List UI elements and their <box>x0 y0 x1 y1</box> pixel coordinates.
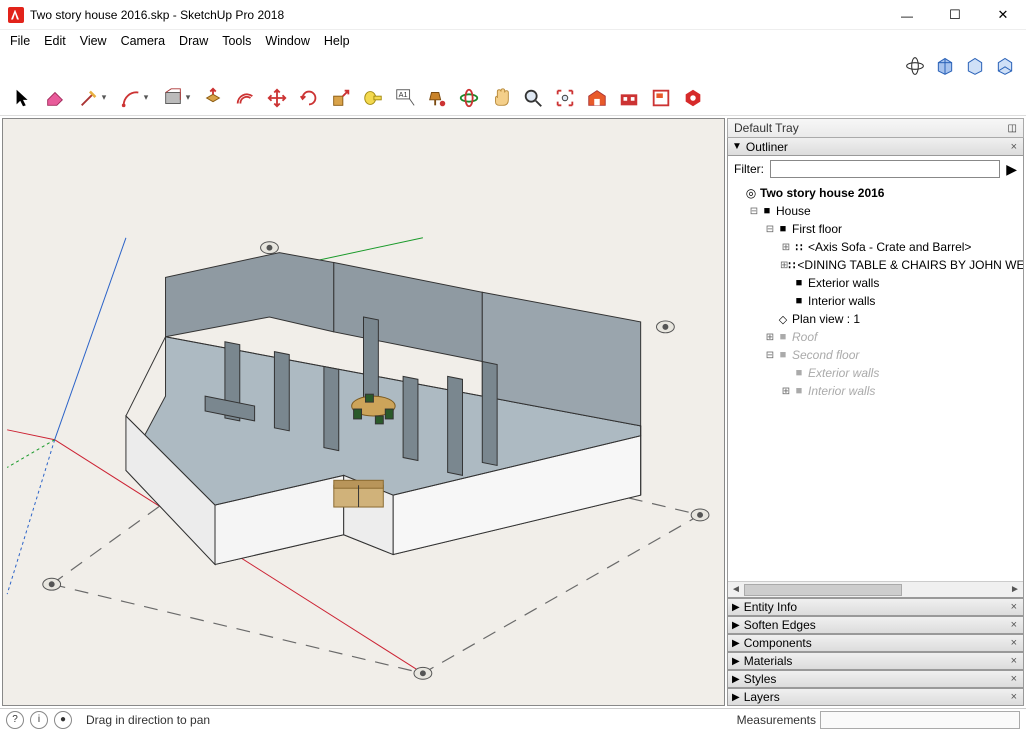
front-view-icon[interactable] <box>934 55 956 77</box>
tree-first-floor[interactable]: ⊟First floor <box>732 220 1023 238</box>
view-toolbar <box>0 52 1026 80</box>
sketchup-app-icon <box>8 7 24 23</box>
filter-row: Filter: ▶ <box>728 156 1023 182</box>
filter-go-icon[interactable]: ▶ <box>1006 161 1017 178</box>
maximize-button[interactable] <box>940 6 970 23</box>
user-icon[interactable]: ● <box>54 711 72 729</box>
filter-label: Filter: <box>734 162 764 176</box>
tree-int-walls[interactable]: Interior walls <box>732 292 1023 310</box>
pushpull-tool[interactable] <box>200 85 226 111</box>
menu-camera[interactable]: Camera <box>115 32 171 50</box>
panel-close-icon[interactable]: × <box>1009 141 1019 153</box>
titlebar: Two story house 2016.skp - SketchUp Pro … <box>0 0 1026 30</box>
outliner-tree[interactable]: Two story house 2016 ⊟House ⊟First floor… <box>728 182 1023 581</box>
tree-hscrollbar[interactable]: ◄ ► <box>728 581 1023 597</box>
close-button[interactable] <box>988 6 1018 23</box>
text-tool[interactable]: A1 <box>392 85 418 111</box>
help-icon[interactable]: ? <box>6 711 24 729</box>
viewport-drawing <box>3 119 724 705</box>
side-view-icon[interactable] <box>994 55 1016 77</box>
paint-tool[interactable] <box>424 85 450 111</box>
panel-soften-edges[interactable]: ▶Soften Edges× <box>727 616 1024 634</box>
window-controls <box>892 6 1018 23</box>
collapse-icon: ▼ <box>732 141 742 152</box>
content-area: Default Tray ◫ ▼ Outliner × Filter: ▶ Tw… <box>0 116 1026 708</box>
default-tray: Default Tray ◫ ▼ Outliner × Filter: ▶ Tw… <box>727 118 1024 706</box>
status-bar: ? i ● Drag in direction to pan Measureme… <box>0 708 1026 730</box>
tray-title: Default Tray <box>734 121 799 135</box>
extension-warehouse-tool[interactable] <box>616 85 642 111</box>
scroll-right-icon[interactable]: ► <box>1007 584 1023 595</box>
3d-viewport[interactable] <box>2 118 725 706</box>
tree-sf-int-walls[interactable]: ⊞Interior walls <box>732 382 1023 400</box>
scroll-thumb[interactable] <box>744 584 902 596</box>
tree-second-floor[interactable]: ⊟Second floor <box>732 346 1023 364</box>
select-tool[interactable] <box>10 85 36 111</box>
extensions-tool[interactable] <box>680 85 706 111</box>
pan-tool[interactable] <box>488 85 514 111</box>
tree-axis-sofa[interactable]: ⊞<Axis Sofa - Crate and Barrel> <box>732 238 1023 256</box>
panel-styles[interactable]: ▶Styles× <box>727 670 1024 688</box>
scroll-left-icon[interactable]: ◄ <box>728 584 744 595</box>
top-view-icon[interactable] <box>964 55 986 77</box>
zoom-tool[interactable] <box>520 85 546 111</box>
menu-help[interactable]: Help <box>318 32 356 50</box>
tree-plan-view[interactable]: Plan view : 1 <box>732 310 1023 328</box>
svg-text:A1: A1 <box>399 90 408 99</box>
tree-dining[interactable]: ⊞<DINING TABLE & CHAIRS BY JOHN WEICK <box>732 256 1023 274</box>
minimize-button[interactable] <box>892 7 922 23</box>
collapsed-panels: ▶Entity Info× ▶Soften Edges× ▶Components… <box>727 598 1024 706</box>
tree-ext-walls[interactable]: Exterior walls <box>732 274 1023 292</box>
eraser-tool[interactable] <box>42 85 68 111</box>
outliner-title: Outliner <box>746 140 1009 154</box>
menu-edit[interactable]: Edit <box>38 32 72 50</box>
outliner-header[interactable]: ▼ Outliner × <box>727 138 1024 156</box>
line-tool[interactable]: ▾ <box>74 85 110 111</box>
scroll-track[interactable] <box>744 583 1007 597</box>
menu-tools[interactable]: Tools <box>216 32 257 50</box>
tray-header[interactable]: Default Tray ◫ <box>727 118 1024 138</box>
menu-file[interactable]: File <box>4 32 36 50</box>
menu-draw[interactable]: Draw <box>173 32 214 50</box>
panel-entity-info[interactable]: ▶Entity Info× <box>727 598 1024 616</box>
offset-tool[interactable] <box>232 85 258 111</box>
zoom-extents-tool[interactable] <box>552 85 578 111</box>
pin-icon[interactable]: ◫ <box>1008 123 1017 134</box>
menu-window[interactable]: Window <box>259 32 315 50</box>
window-title: Two story house 2016.skp - SketchUp Pro … <box>30 8 892 22</box>
measurements-input[interactable] <box>820 711 1020 729</box>
scale-tool[interactable] <box>328 85 354 111</box>
orbit-tool[interactable] <box>456 85 482 111</box>
move-tool[interactable] <box>264 85 290 111</box>
panel-components[interactable]: ▶Components× <box>727 634 1024 652</box>
tape-tool[interactable] <box>360 85 386 111</box>
tree-house[interactable]: ⊟House <box>732 202 1023 220</box>
iso-view-icon[interactable] <box>904 55 926 77</box>
arc-tool[interactable]: ▾ <box>116 85 152 111</box>
tree-root[interactable]: Two story house 2016 <box>732 184 1023 202</box>
tree-sf-ext-walls[interactable]: Exterior walls <box>732 364 1023 382</box>
main-toolbar: ▾ ▾ ▾ A1 <box>0 80 1026 116</box>
panel-layers[interactable]: ▶Layers× <box>727 688 1024 706</box>
warehouse-tool[interactable] <box>584 85 610 111</box>
rectangle-tool[interactable]: ▾ <box>158 85 194 111</box>
layout-tool[interactable] <box>648 85 674 111</box>
menu-bar: File Edit View Camera Draw Tools Window … <box>0 30 1026 52</box>
menu-view[interactable]: View <box>74 32 113 50</box>
tree-roof[interactable]: ⊞Roof <box>732 328 1023 346</box>
panel-materials[interactable]: ▶Materials× <box>727 652 1024 670</box>
rotate-tool[interactable] <box>296 85 322 111</box>
filter-input[interactable] <box>770 160 1000 178</box>
outliner-panel: Filter: ▶ Two story house 2016 ⊟House ⊟F… <box>727 156 1024 598</box>
measurements-label: Measurements <box>737 713 816 727</box>
status-hint: Drag in direction to pan <box>78 713 737 727</box>
info-icon[interactable]: i <box>30 711 48 729</box>
